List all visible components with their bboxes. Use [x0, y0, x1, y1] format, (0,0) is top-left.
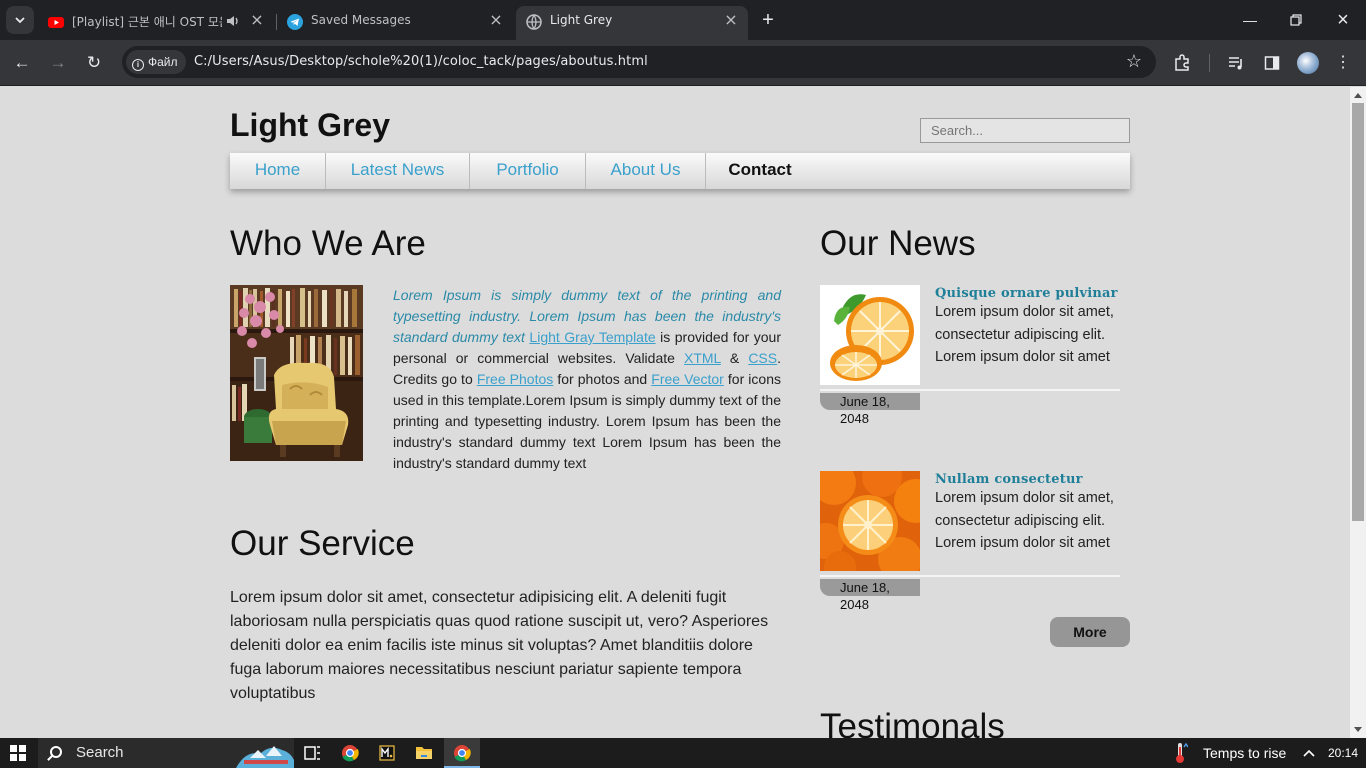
- library-chair-image: [230, 285, 363, 461]
- tab-title: Saved Messages: [311, 13, 411, 27]
- tab-close-icon[interactable]: ×: [722, 11, 740, 29]
- light-gray-template-link[interactable]: Light Gray Template: [529, 329, 655, 345]
- restore-icon[interactable]: [1284, 8, 1308, 32]
- file-explorer-icon[interactable]: [406, 738, 442, 768]
- tab-search-button[interactable]: [6, 6, 34, 34]
- globe-icon: [526, 14, 542, 30]
- address-bar[interactable]: i Файл C:/Users/Asus/Desktop/schole%20(1)…: [122, 46, 1156, 78]
- news-date-badge: June 18, 2048: [820, 393, 920, 426]
- testimonials-heading: Testimonals: [820, 707, 1005, 738]
- menu-item-contact[interactable]: Contact: [706, 153, 814, 189]
- news-body-text: Lorem ipsum dolor sit amet, consectetur …: [935, 304, 1114, 365]
- media-controls-icon[interactable]: [1224, 51, 1248, 75]
- our-service-heading: Our Service: [230, 524, 415, 563]
- task-view-icon[interactable]: [294, 738, 330, 768]
- more-button[interactable]: More: [1050, 617, 1130, 647]
- free-photos-link[interactable]: Free Photos: [477, 371, 553, 387]
- bookmark-star-icon[interactable]: ☆: [1126, 51, 1142, 72]
- chrome-icon[interactable]: [332, 738, 368, 768]
- profile-avatar[interactable]: [1297, 52, 1319, 74]
- extensions-icon[interactable]: [1170, 51, 1194, 75]
- xtml-link[interactable]: XTML: [684, 350, 721, 366]
- page-scrollbar[interactable]: [1350, 87, 1366, 738]
- toolbar-divider: [1209, 54, 1210, 72]
- weather-text[interactable]: Temps to rise: [1203, 738, 1286, 768]
- scroll-up-icon[interactable]: [1354, 93, 1362, 98]
- about-text-part: for photos and: [553, 371, 652, 387]
- taskbar-search[interactable]: Search: [38, 738, 294, 768]
- tab-strip: [Playlist] 근본 애니 OST 모음 × Saved Messages…: [0, 0, 1366, 40]
- scroll-down-icon[interactable]: [1354, 727, 1362, 732]
- search-icon: [50, 746, 62, 758]
- menu-dots-icon[interactable]: ⋮: [1331, 51, 1355, 75]
- windows-taskbar: Search Temps to rise 20:14: [0, 738, 1366, 768]
- tab-close-icon[interactable]: ×: [487, 11, 505, 29]
- side-panel-icon[interactable]: [1260, 51, 1284, 75]
- speaker-icon[interactable]: [226, 14, 240, 28]
- news-body-text: Lorem ipsum dolor sit amet, consectetur …: [935, 490, 1114, 551]
- thermometer-icon: [1176, 742, 1188, 763]
- tab-title: [Playlist] 근본 애니 OST 모음: [72, 15, 222, 29]
- youtube-icon: [48, 17, 64, 28]
- close-window-icon[interactable]: ×: [1331, 8, 1355, 32]
- site-info-chip[interactable]: i Файл: [126, 50, 186, 74]
- our-service-text: Lorem ipsum dolor sit amet, consectetur …: [230, 589, 769, 702]
- tab-title: Light Grey: [550, 13, 613, 27]
- clock-time[interactable]: 20:14: [1328, 738, 1358, 768]
- url-text[interactable]: C:/Users/Asus/Desktop/schole%20(1)/coloc…: [194, 54, 648, 69]
- scrollbar-thumb[interactable]: [1352, 103, 1364, 521]
- telegram-icon: [287, 14, 303, 30]
- news-date-badge: June 18, 2048: [820, 579, 920, 612]
- tab-light-grey[interactable]: Light Grey ×: [516, 6, 748, 40]
- main-menu: Home Latest News Portfolio About Us Cont…: [230, 153, 1130, 189]
- who-we-are-heading: Who We Are: [230, 224, 426, 263]
- tab-youtube[interactable]: [Playlist] 근본 애니 OST 모음 ×: [38, 6, 274, 40]
- menu-item-portfolio[interactable]: Portfolio: [470, 153, 586, 189]
- menu-item-latest-news[interactable]: Latest News: [326, 153, 470, 189]
- app-icon[interactable]: [369, 738, 405, 768]
- news-title-link[interactable]: Nullam consectetur: [935, 472, 1083, 487]
- info-icon: i: [132, 59, 144, 71]
- oranges-image: [820, 471, 920, 571]
- menu-item-about-us[interactable]: About Us: [586, 153, 706, 189]
- news-divider: [820, 389, 1120, 391]
- menu-item-home[interactable]: Home: [230, 153, 326, 189]
- minimize-icon[interactable]: —: [1238, 8, 1262, 32]
- chrome-active-icon[interactable]: [444, 738, 480, 768]
- new-tab-icon[interactable]: +: [758, 10, 778, 30]
- chevron-up-icon[interactable]: [1302, 748, 1316, 758]
- search-input[interactable]: [920, 118, 1130, 143]
- tab-telegram[interactable]: Saved Messages ×: [277, 6, 513, 40]
- css-link[interactable]: CSS: [748, 350, 777, 366]
- who-we-are-text: Lorem Ipsum is simply dummy text of the …: [393, 285, 781, 474]
- news-divider: [820, 575, 1120, 577]
- news-title-link[interactable]: Quisque ornare pulvinar: [935, 286, 1118, 301]
- forward-icon[interactable]: →: [45, 50, 71, 76]
- page-viewport: Light Grey Home Latest News Portfolio Ab…: [0, 87, 1350, 738]
- windows-start-icon[interactable]: [10, 745, 26, 761]
- site-chip-label: Файл: [148, 55, 178, 69]
- free-vector-link[interactable]: Free Vector: [651, 371, 724, 387]
- browser-toolbar: ← → ↻ i Файл C:/Users/Asus/Desktop/schole…: [0, 40, 1366, 86]
- chevron-down-icon: [15, 17, 25, 24]
- site-title[interactable]: Light Grey: [230, 107, 390, 144]
- search-highlight-icon: [236, 746, 294, 768]
- tab-close-icon[interactable]: ×: [248, 11, 266, 29]
- our-news-heading: Our News: [820, 224, 976, 263]
- about-text-part: &: [720, 350, 749, 366]
- taskbar-search-label: Search: [76, 744, 124, 761]
- reload-icon[interactable]: ↻: [81, 50, 107, 76]
- back-icon[interactable]: ←: [9, 50, 35, 76]
- orange-slice-image: [820, 285, 920, 385]
